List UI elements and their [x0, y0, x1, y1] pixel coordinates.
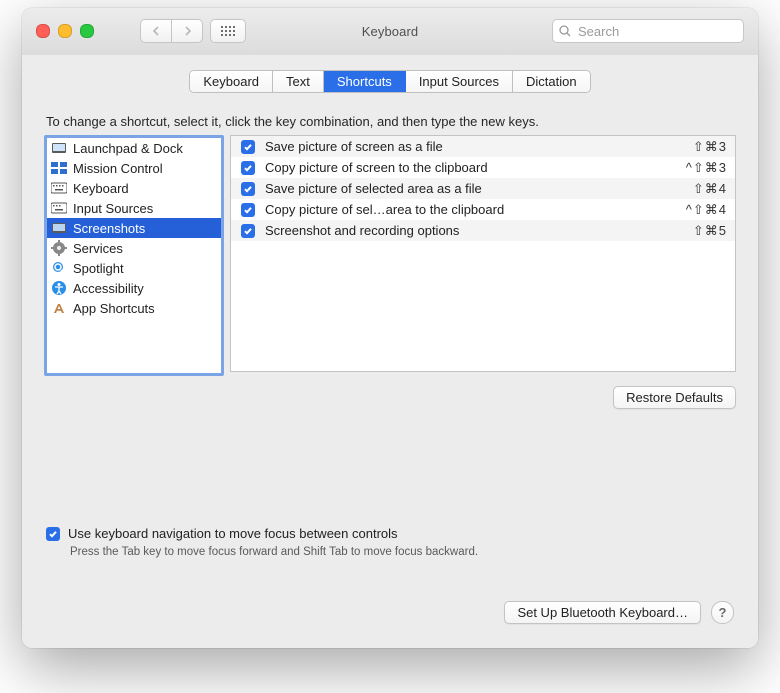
shortcut-label: Save picture of selected area as a file: [265, 181, 683, 196]
shortcut-row[interactable]: Save picture of screen as a file ⇧⌘3: [231, 136, 735, 157]
category-label: Spotlight: [73, 261, 124, 276]
shortcut-checkbox[interactable]: [241, 182, 255, 196]
category-label: Launchpad & Dock: [73, 141, 183, 156]
category-accessibility[interactable]: Accessibility: [47, 278, 221, 298]
category-app-shortcuts[interactable]: App Shortcuts: [47, 298, 221, 318]
tab-bar: KeyboardTextShortcutsInput SourcesDictat…: [22, 70, 758, 93]
tab-shortcuts[interactable]: Shortcuts: [324, 71, 406, 92]
tab-input-sources[interactable]: Input Sources: [406, 71, 513, 92]
category-label: Keyboard: [73, 181, 129, 196]
search-input[interactable]: [576, 23, 756, 40]
search-icon: [559, 25, 571, 37]
screenshots-icon: [51, 220, 67, 236]
checkmark-icon: [243, 142, 253, 152]
shortcut-row[interactable]: Copy picture of screen to the clipboard ^…: [231, 157, 735, 178]
category-label: Accessibility: [73, 281, 144, 296]
shortcut-label: Copy picture of screen to the clipboard: [265, 160, 676, 175]
shortcut-checkbox[interactable]: [241, 140, 255, 154]
shortcut-label: Save picture of screen as a file: [265, 139, 683, 154]
shortcut-checkbox[interactable]: [241, 224, 255, 238]
category-list[interactable]: Launchpad & Dock Mission Control Keyboard I…: [44, 135, 224, 376]
question-mark-icon: ?: [719, 605, 727, 620]
tab-keyboard[interactable]: Keyboard: [190, 71, 273, 92]
keyboard-icon: [51, 180, 67, 196]
keyboard-navigation-section: Use keyboard navigation to move focus be…: [46, 526, 478, 558]
shortcut-label: Copy picture of sel…area to the clipboar…: [265, 202, 676, 217]
shortcut-keys[interactable]: ⇧⌘5: [693, 223, 727, 239]
search-field[interactable]: [552, 19, 744, 43]
instruction-text: To change a shortcut, select it, click t…: [46, 114, 758, 129]
shortcut-row[interactable]: Save picture of selected area as a file ⇧…: [231, 178, 735, 199]
input-sources-icon: [51, 200, 67, 216]
shortcut-list[interactable]: Save picture of screen as a file ⇧⌘3 Copy …: [230, 135, 736, 372]
setup-bluetooth-keyboard-button[interactable]: Set Up Bluetooth Keyboard…: [504, 601, 701, 624]
keyboard-navigation-label: Use keyboard navigation to move focus be…: [68, 526, 398, 541]
category-keyboard[interactable]: Keyboard: [47, 178, 221, 198]
checkmark-icon: [243, 184, 253, 194]
help-button[interactable]: ?: [711, 601, 734, 624]
category-input-sources[interactable]: Input Sources: [47, 198, 221, 218]
category-mission-control[interactable]: Mission Control: [47, 158, 221, 178]
tab-text[interactable]: Text: [273, 71, 324, 92]
launchpad-icon: [51, 140, 67, 156]
mission-control-icon: [51, 160, 67, 176]
checkmark-icon: [243, 226, 253, 236]
spotlight-icon: [51, 260, 67, 276]
keyboard-navigation-description: Press the Tab key to move focus forward …: [70, 546, 478, 558]
keyboard-preferences-window: Keyboard KeyboardTextShortcutsInput Sour…: [22, 8, 758, 648]
shortcut-checkbox[interactable]: [241, 203, 255, 217]
tab-dictation[interactable]: Dictation: [513, 71, 590, 92]
category-label: Input Sources: [73, 201, 153, 216]
checkmark-icon: [48, 529, 58, 539]
window-body: KeyboardTextShortcutsInput SourcesDictat…: [22, 55, 758, 648]
checkmark-icon: [243, 163, 253, 173]
shortcut-row[interactable]: Screenshot and recording options ⇧⌘5: [231, 220, 735, 241]
restore-defaults-button[interactable]: Restore Defaults: [613, 386, 736, 409]
shortcut-keys[interactable]: ⇧⌘4: [693, 181, 727, 197]
shortcut-row[interactable]: Copy picture of sel…area to the clipboar…: [231, 199, 735, 220]
category-launchpad-dock[interactable]: Launchpad & Dock: [47, 138, 221, 158]
category-label: Services: [73, 241, 123, 256]
category-label: App Shortcuts: [73, 301, 155, 316]
keyboard-navigation-checkbox[interactable]: [46, 527, 60, 541]
window-titlebar: Keyboard: [22, 8, 758, 56]
checkmark-icon: [243, 205, 253, 215]
category-label: Screenshots: [73, 221, 145, 236]
category-label: Mission Control: [73, 161, 163, 176]
shortcut-label: Screenshot and recording options: [265, 223, 683, 238]
accessibility-icon: [51, 280, 67, 296]
category-screenshots[interactable]: Screenshots: [47, 218, 221, 238]
shortcut-keys[interactable]: ^⇧⌘4: [686, 202, 727, 218]
app-shortcuts-icon: [51, 300, 67, 316]
shortcut-keys[interactable]: ^⇧⌘3: [686, 160, 727, 176]
shortcut-checkbox[interactable]: [241, 161, 255, 175]
services-icon: [51, 240, 67, 256]
category-spotlight[interactable]: Spotlight: [47, 258, 221, 278]
category-services[interactable]: Services: [47, 238, 221, 258]
shortcut-keys[interactable]: ⇧⌘3: [693, 139, 727, 155]
